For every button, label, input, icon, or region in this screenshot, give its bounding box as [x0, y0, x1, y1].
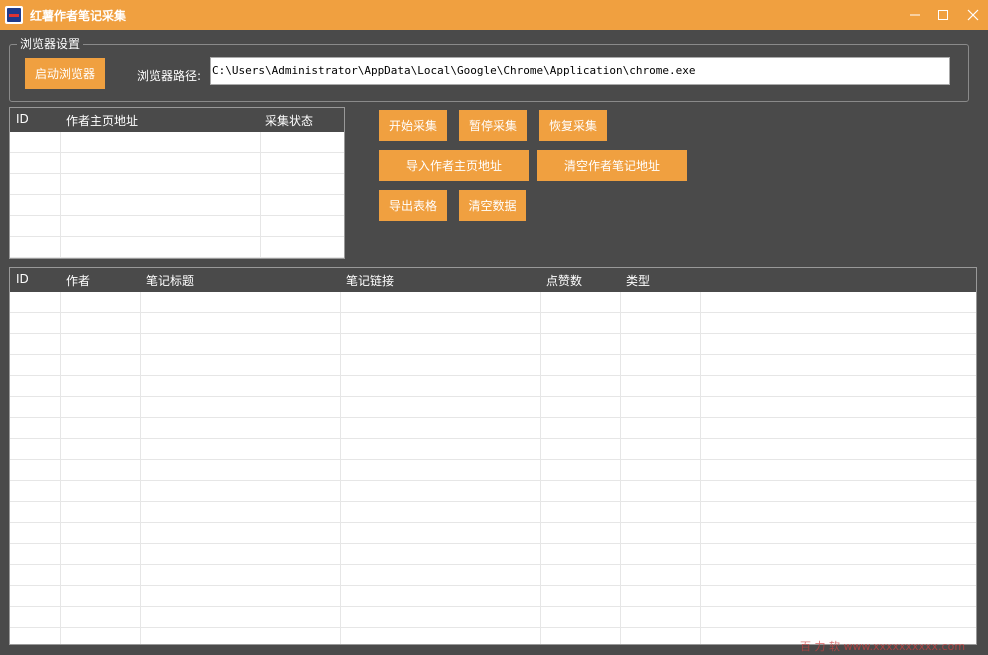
minimize-icon: [910, 14, 920, 16]
table-row[interactable]: [10, 439, 976, 460]
table-row[interactable]: [10, 607, 976, 628]
table-row[interactable]: [10, 292, 976, 313]
column-header-likes[interactable]: 点赞数: [546, 272, 582, 289]
table-row[interactable]: [10, 313, 976, 334]
table-row[interactable]: [10, 237, 344, 258]
table-row[interactable]: [10, 544, 976, 565]
table-row[interactable]: [10, 460, 976, 481]
author-url-table[interactable]: ID 作者主页地址 采集状态: [9, 107, 345, 259]
close-icon: [967, 9, 979, 21]
table-row[interactable]: [10, 376, 976, 397]
column-header-status[interactable]: 采集状态: [265, 112, 313, 129]
column-header-author[interactable]: 作者: [66, 272, 90, 289]
table-row[interactable]: [10, 502, 976, 523]
clear-data-button[interactable]: 清空数据: [459, 190, 526, 221]
column-header-id[interactable]: ID: [16, 112, 29, 126]
column-header-author-url[interactable]: 作者主页地址: [66, 112, 138, 129]
table-row[interactable]: [10, 523, 976, 544]
export-table-button[interactable]: 导出表格: [379, 190, 447, 221]
clear-author-notes-button[interactable]: 清空作者笔记地址: [537, 150, 687, 181]
launch-browser-button[interactable]: 启动浏览器: [25, 58, 105, 89]
close-button[interactable]: [960, 4, 986, 26]
app-logo-icon: [5, 6, 23, 24]
notes-table-header: ID 作者 笔记标题 笔记链接 点赞数 类型: [10, 268, 976, 292]
maximize-button[interactable]: [930, 4, 956, 26]
notes-table[interactable]: ID 作者 笔记标题 笔记链接 点赞数 类型: [9, 267, 977, 645]
table-row[interactable]: [10, 355, 976, 376]
table-row[interactable]: [10, 132, 344, 153]
window-title: 红薯作者笔记采集: [30, 9, 127, 23]
table-row[interactable]: [10, 481, 976, 502]
table-row[interactable]: [10, 153, 344, 174]
column-header-id[interactable]: ID: [16, 272, 29, 286]
pause-collect-button[interactable]: 暂停采集: [459, 110, 527, 141]
watermark-logo: 百 力 软 www.xxxxxxxxxx.com: [800, 640, 966, 653]
browser-settings-title: 浏览器设置: [17, 35, 84, 52]
column-header-note-title[interactable]: 笔记标题: [146, 272, 194, 289]
resume-collect-button[interactable]: 恢复采集: [539, 110, 607, 141]
start-collect-button[interactable]: 开始采集: [379, 110, 447, 141]
column-header-note-link[interactable]: 笔记链接: [346, 272, 394, 289]
table-row[interactable]: [10, 418, 976, 439]
minimize-button[interactable]: [902, 4, 928, 26]
maximize-icon: [938, 10, 948, 20]
table-row[interactable]: [10, 195, 344, 216]
table-row[interactable]: [10, 174, 344, 195]
author-table-header: ID 作者主页地址 采集状态: [10, 108, 344, 132]
table-row[interactable]: [10, 397, 976, 418]
import-author-urls-button[interactable]: 导入作者主页地址: [379, 150, 529, 181]
table-row[interactable]: [10, 334, 976, 355]
browser-path-input[interactable]: C:\Users\Administrator\AppData\Local\Goo…: [210, 57, 950, 85]
browser-path-label: 浏览器路径:: [137, 69, 202, 83]
table-row[interactable]: [10, 565, 976, 586]
title-bar: 红薯作者笔记采集: [0, 0, 988, 30]
column-header-type[interactable]: 类型: [626, 272, 650, 289]
table-row[interactable]: [10, 586, 976, 607]
table-row[interactable]: [10, 216, 344, 237]
